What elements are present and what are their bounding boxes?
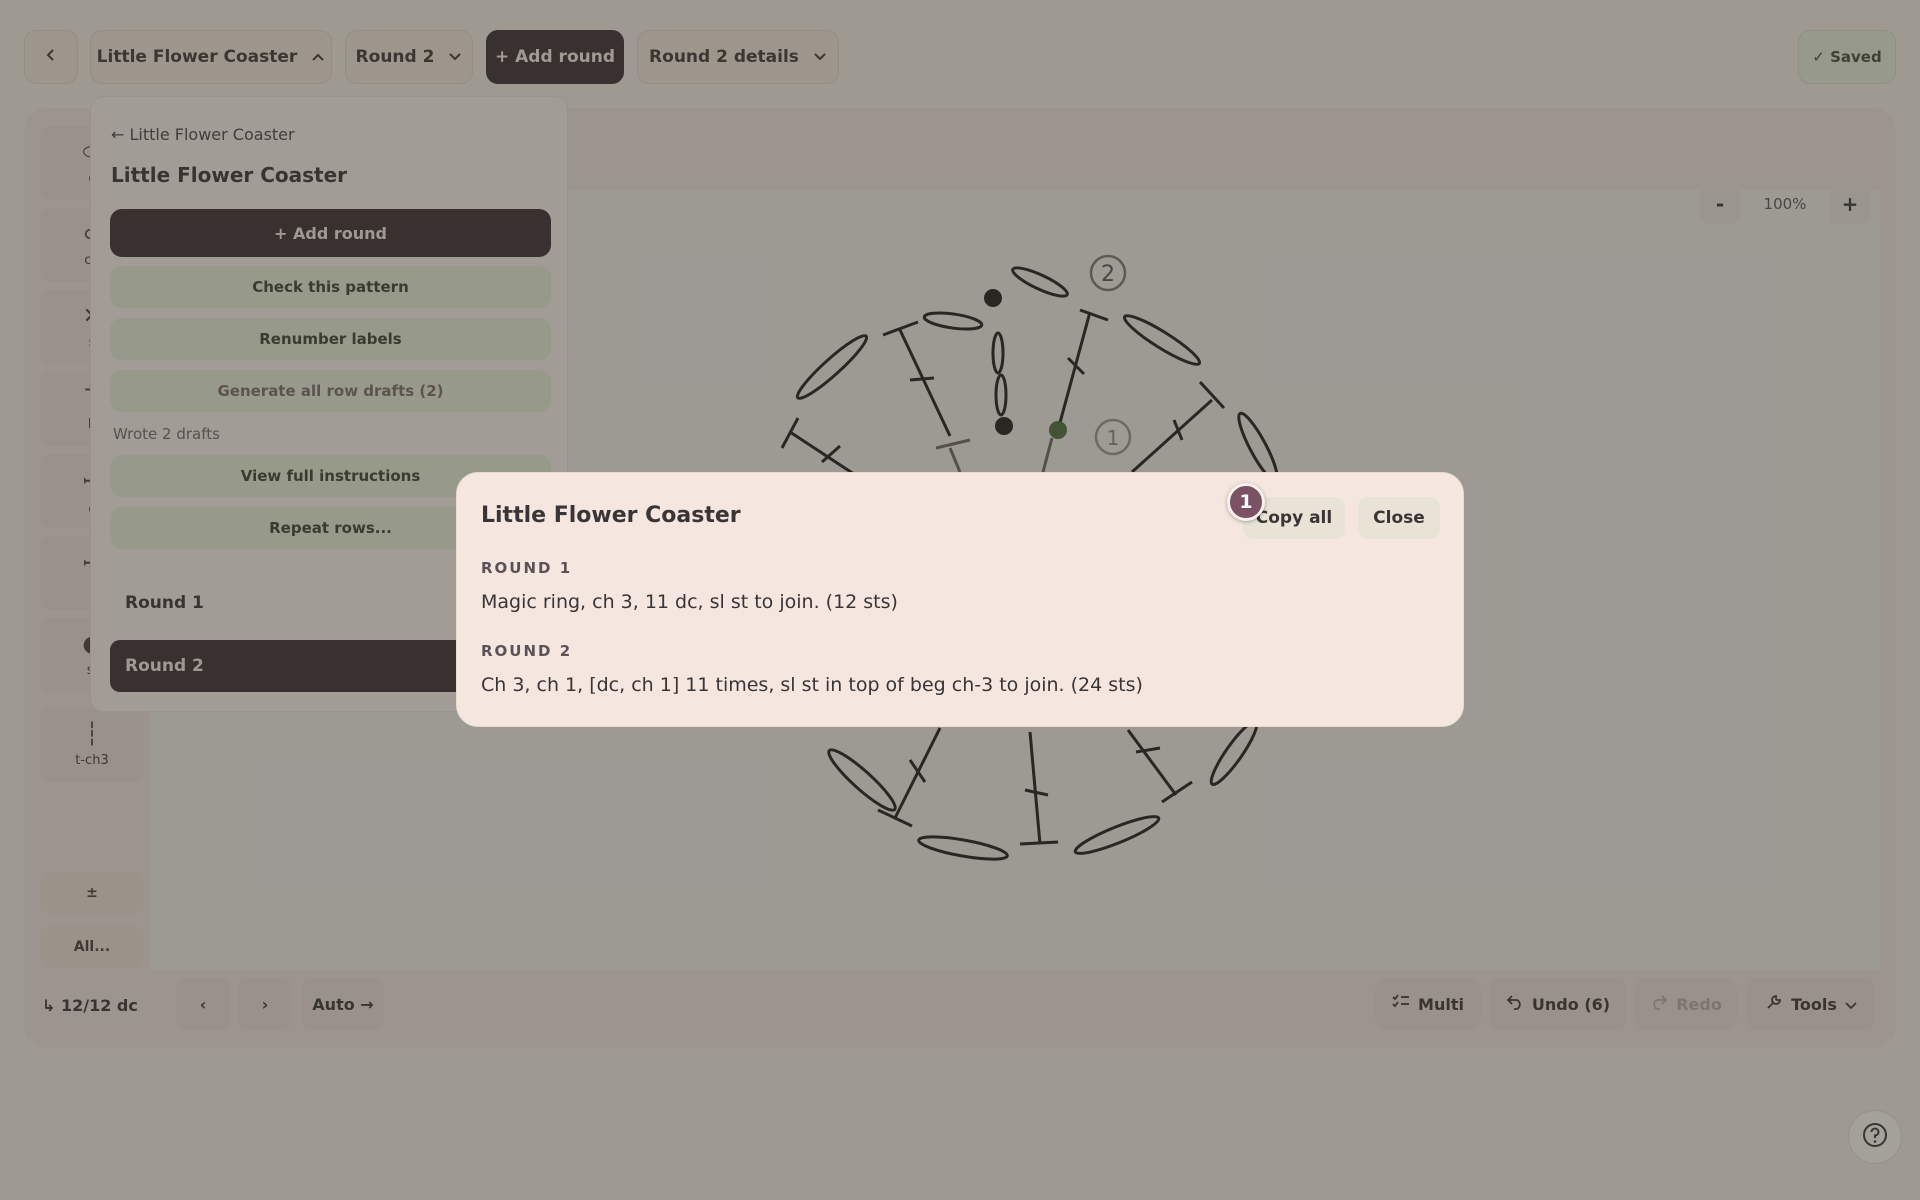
- round-instructions: Magic ring, ch 3, 11 dc, sl st to join. …: [481, 591, 898, 613]
- modal-title: Little Flower Coaster: [481, 503, 741, 528]
- close-button[interactable]: Close: [1358, 497, 1440, 539]
- round-heading: ROUND 1: [481, 559, 573, 577]
- instructions-modal: Little Flower Coaster Copy all Close ROU…: [456, 472, 1464, 727]
- step-indicator-badge: 1: [1227, 483, 1265, 521]
- round-instructions: Ch 3, ch 1, [dc, ch 1] 11 times, sl st i…: [481, 674, 1143, 696]
- round-heading: ROUND 2: [481, 642, 573, 660]
